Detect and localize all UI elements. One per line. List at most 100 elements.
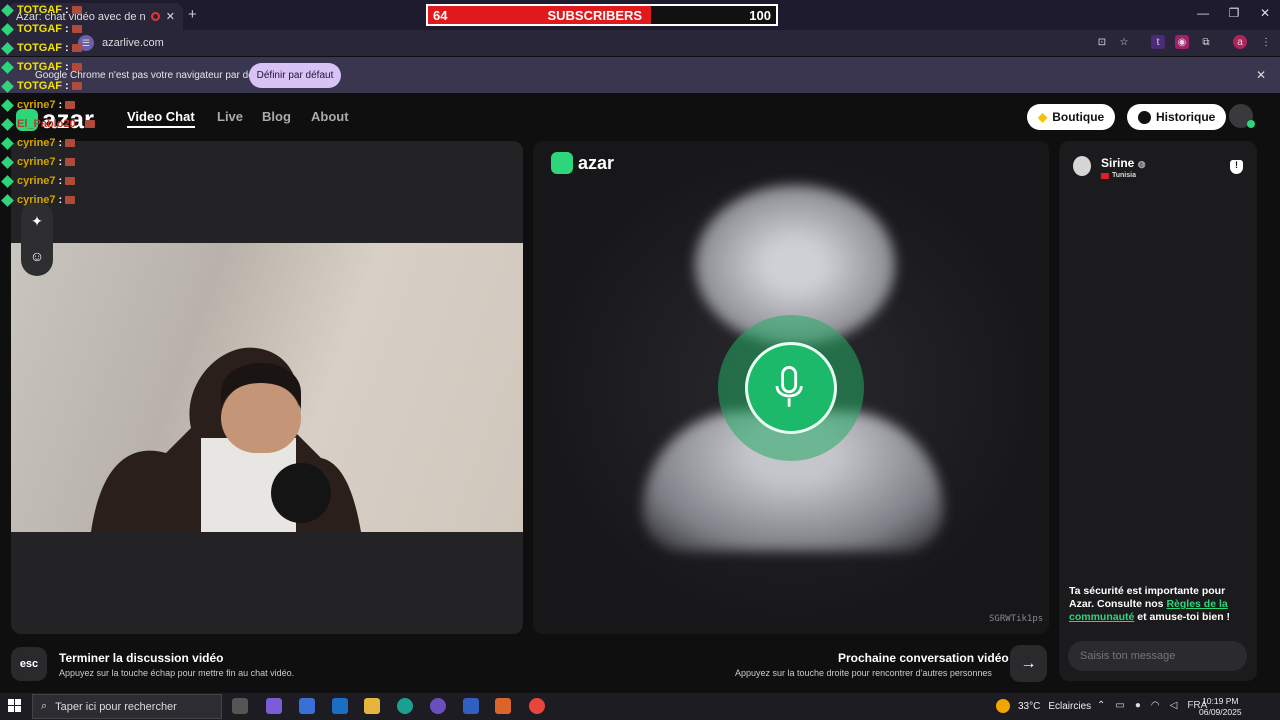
chat-separator: : <box>58 156 63 168</box>
clock-time: 10:19 PM <box>1202 696 1239 706</box>
chat-message: TOTGAF: <box>1 22 82 36</box>
safety-text-end: et amuse-toi bien ! <box>1134 611 1231 623</box>
close-tab-icon[interactable]: ✕ <box>166 10 175 23</box>
chrome-taskbar-icon[interactable] <box>529 698 545 714</box>
face-filter-icon[interactable]: ☺ <box>21 248 53 264</box>
extensions-puzzle-icon[interactable]: ⧉ <box>1199 35 1213 49</box>
session-id: SGRWTik1ps <box>989 614 1044 624</box>
chat-username: TOTGAF <box>17 4 63 16</box>
chat-message: cyrine7: <box>1 193 76 207</box>
nav-blog[interactable]: Blog <box>262 109 291 124</box>
sub-badge-icon <box>1 60 14 74</box>
chat-message: TOTGAF: <box>1 3 82 17</box>
sub-badge-icon <box>1 155 14 169</box>
chat-emote-icon <box>71 25 82 33</box>
taskbar-search[interactable]: ⌕ Taper ici pour rechercher <box>32 694 222 719</box>
report-shield-icon[interactable]: ! <box>1230 160 1243 174</box>
historique-label: Historique <box>1156 110 1216 124</box>
chat-separator: : <box>58 137 63 149</box>
side-tool-strip: ✦ ☺ <box>21 201 53 276</box>
wifi-icon[interactable]: ◠ <box>1151 700 1160 711</box>
gem-icon: ◆ <box>1038 110 1048 124</box>
file-explorer-icon[interactable] <box>364 698 380 714</box>
copilot-icon[interactable] <box>266 698 282 714</box>
task-view-icon[interactable] <box>232 698 248 714</box>
obs-app-icon[interactable] <box>495 698 511 714</box>
sub-badge-icon <box>1 174 14 188</box>
chat-username: cyrine7 <box>17 194 56 206</box>
taskbar-clock[interactable]: 10:19 PM 06/09/2025 <box>1199 696 1242 718</box>
microphone-icon <box>775 366 803 407</box>
app-window-icon[interactable] <box>463 698 479 714</box>
user-avatar[interactable] <box>1229 104 1255 128</box>
chat-message: TOTGAF: <box>1 41 82 55</box>
windows-start-icon[interactable] <box>8 699 22 713</box>
nav-video-chat[interactable]: Video Chat <box>127 109 195 128</box>
sub-badge-icon <box>1 193 14 207</box>
chat-username: El_Pablo20 <box>17 118 76 130</box>
network-icon[interactable]: ▭ <box>1115 700 1124 711</box>
chat-username: TOTGAF <box>17 61 63 73</box>
partner-avatar[interactable] <box>1073 156 1091 176</box>
temperature: 33°C <box>1018 700 1041 712</box>
store-icon[interactable] <box>299 698 315 714</box>
set-default-button[interactable]: Définir par défaut <box>249 63 341 88</box>
partner-name[interactable]: Sirine ◍ <box>1101 156 1146 170</box>
chat-username: TOTGAF <box>17 23 63 35</box>
chevron-up-icon[interactable]: ⌃ <box>1097 700 1105 711</box>
boutique-button[interactable]: ◆ Boutique <box>1027 104 1116 130</box>
partner-logo-text: azar <box>578 152 615 173</box>
twitch-extension-icon[interactable]: t <box>1151 35 1165 49</box>
weather-widget[interactable]: 33°C Eclaircies <box>996 699 1091 713</box>
partner-video-panel <box>533 141 1049 634</box>
historique-button[interactable]: Historique <box>1127 104 1227 130</box>
address-bar[interactable]: ☰ azarlive.com <box>78 33 1138 53</box>
chat-emote-icon <box>71 82 82 90</box>
chat-username: cyrine7 <box>17 99 56 111</box>
self-camera-panel: ✦ ☺ <box>11 141 523 634</box>
tunisia-flag-icon <box>1101 172 1109 179</box>
next-chat-title: Prochaine conversation vidéo <box>838 651 1009 665</box>
outlook-icon[interactable] <box>332 698 348 714</box>
chat-emote-icon <box>65 139 76 147</box>
partner-name-text: Sirine <box>1101 156 1135 170</box>
next-chat-button[interactable]: → <box>1010 645 1047 682</box>
partner-panel-logo: azar <box>551 152 614 174</box>
maximize-icon[interactable]: ❐ <box>1219 6 1249 20</box>
edge-icon[interactable] <box>397 698 413 714</box>
sub-badge-icon <box>1 79 14 93</box>
sub-badge-icon <box>1 117 14 131</box>
install-app-icon[interactable]: ⊡ <box>1095 35 1109 49</box>
chat-username: TOTGAF <box>17 80 63 92</box>
mic-tray-icon[interactable]: ● <box>1135 700 1141 711</box>
subscriber-goal-bar: 64 SUBSCRIBERS 100 <box>426 4 778 26</box>
sub-badge-icon <box>1 136 14 150</box>
weather-text: Eclaircies <box>1048 700 1092 712</box>
chat-separator: : <box>65 23 69 35</box>
effects-sparkle-icon[interactable]: ✦ <box>21 213 53 230</box>
chat-separator: : <box>58 194 63 206</box>
clock-date: 06/09/2025 <box>1199 707 1242 717</box>
volume-icon[interactable]: ◁ <box>1170 700 1178 711</box>
new-tab-button[interactable]: + <box>188 6 197 23</box>
profile-icon[interactable]: a <box>1233 35 1247 49</box>
end-chat-hint: Appuyez sur la touche échap pour mettre … <box>59 668 295 678</box>
infobar-close-icon[interactable]: ✕ <box>1256 68 1266 82</box>
search-placeholder: Taper ici pour rechercher <box>55 700 177 713</box>
chrome-menu-icon[interactable]: ⋮ <box>1259 35 1273 49</box>
chat-username: cyrine7 <box>17 175 56 187</box>
message-input[interactable] <box>1068 641 1247 671</box>
chat-username: TOTGAF <box>17 42 63 54</box>
nav-about[interactable]: About <box>311 109 349 124</box>
bookmark-star-icon[interactable]: ☆ <box>1117 35 1131 49</box>
chat-emote-icon <box>85 120 96 128</box>
end-chat-button[interactable]: esc <box>11 647 47 681</box>
minimize-icon[interactable]: — <box>1188 6 1218 20</box>
extension-icon[interactable]: ◉ <box>1175 35 1189 49</box>
microphone-button[interactable] <box>745 342 837 434</box>
close-window-icon[interactable]: ✕ <box>1250 6 1280 20</box>
azar-logo-icon <box>551 152 573 174</box>
nav-live[interactable]: Live <box>217 109 243 124</box>
sub-badge-icon <box>1 98 14 112</box>
app-icon[interactable] <box>430 698 446 714</box>
